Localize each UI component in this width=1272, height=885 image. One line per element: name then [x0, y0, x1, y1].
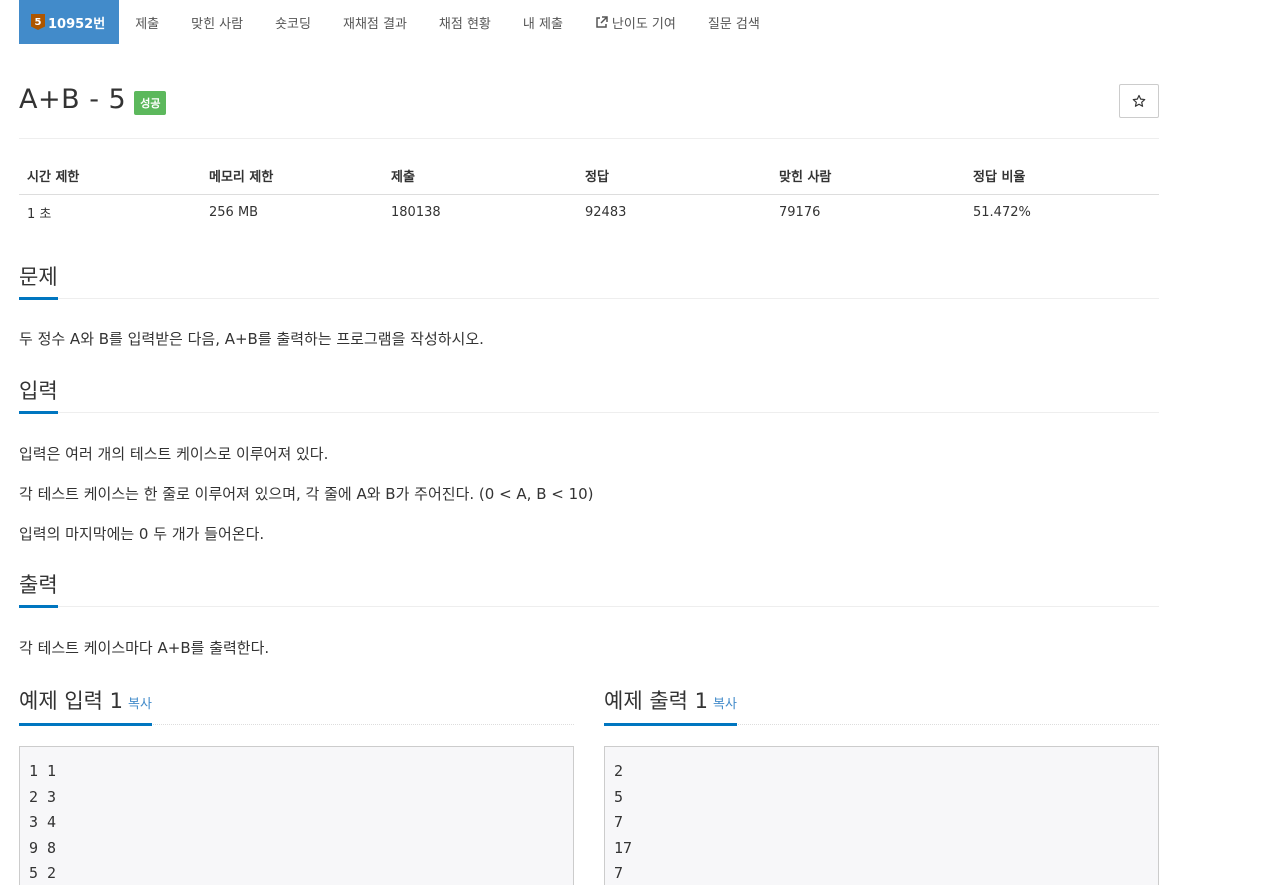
header-accepted: 정답 [577, 158, 771, 195]
header-submissions: 제출 [383, 158, 577, 195]
value-memory-limit: 256 MB [209, 204, 259, 220]
tab-submit[interactable]: 제출 [119, 0, 175, 44]
page-title: A+B - 5 [19, 84, 127, 115]
sample-input-line: 1 1 [29, 762, 57, 780]
sample-input-heading: 예제 입력 1 복사 [19, 685, 152, 726]
external-link-icon [596, 16, 608, 28]
problem-heading: 문제 [19, 261, 58, 300]
info-value-row: 1 초 256 MB 180138 92483 79176 51.472% [19, 194, 1159, 230]
tab-problem-number-label: 10952번 [48, 16, 106, 32]
tab-question-search[interactable]: 질문 검색 [692, 0, 776, 44]
problem-section-header: 문제 [19, 261, 1159, 300]
tab-problem-number[interactable]: 5 10952번 [19, 0, 120, 44]
sample-input-title: 예제 입력 1 [19, 689, 123, 713]
sample-output-line: 7 [614, 813, 624, 831]
problem-info-table: 시간 제한 메모리 제한 제출 정답 맞힌 사람 정답 비율 1 초 256 M… [19, 158, 1159, 230]
sample-output-line: 2 [614, 762, 624, 780]
header-accept-ratio: 정답 비율 [965, 158, 1159, 195]
sample-input-box[interactable]: 1 1 2 3 3 4 9 8 5 2 [19, 746, 574, 885]
tab-difficulty-contribution[interactable]: 난이도 기여 [579, 0, 692, 44]
value-submissions: 180138 [391, 204, 441, 220]
sample-output-title: 예제 출력 1 [604, 689, 708, 713]
tab-difficulty-contribution-label: 난이도 기여 [611, 16, 676, 32]
title-divider [19, 138, 1159, 139]
problem-description: 두 정수 A와 B를 입력받은 다음, A+B를 출력하는 프로그램을 작성하시… [19, 330, 484, 348]
sample-input-line: 5 2 [29, 864, 57, 882]
tab-my-submissions[interactable]: 내 제출 [507, 0, 579, 44]
section-divider [19, 298, 1159, 299]
section-divider [19, 412, 1159, 413]
value-solved-users: 79176 [779, 204, 821, 220]
input-section-header: 입력 [19, 375, 1159, 414]
sample-input-line: 9 8 [29, 838, 57, 857]
tab-rejudge-results[interactable]: 재채점 결과 [327, 0, 423, 44]
input-description-line: 입력의 마지막에는 0 두 개가 들어온다. [19, 525, 265, 543]
output-description: 각 테스트 케이스마다 A+B를 출력한다. [19, 639, 270, 657]
star-outline-icon [1132, 94, 1146, 107]
sample-input-line: 3 4 [29, 813, 57, 831]
copy-input-link[interactable]: 복사 [128, 697, 152, 712]
copy-output-link[interactable]: 복사 [713, 697, 737, 712]
header-memory-limit: 메모리 제한 [201, 158, 383, 195]
sample-output-heading: 예제 출력 1 복사 [604, 685, 737, 726]
info-header-row: 시간 제한 메모리 제한 제출 정답 맞힌 사람 정답 비율 [19, 158, 1159, 195]
input-description-line: 각 테스트 케이스는 한 줄로 이루어져 있으며, 각 줄에 A와 B가 주어진… [19, 485, 594, 503]
sample-output-line: 17 [614, 838, 633, 857]
value-time-limit: 1 초 [27, 206, 52, 222]
input-heading: 입력 [19, 375, 58, 414]
sample-output-line: 7 [614, 864, 624, 882]
output-section-header: 출력 [19, 569, 1159, 608]
header-time-limit: 시간 제한 [19, 158, 201, 195]
sample-input-header: 예제 입력 1 복사 [19, 685, 574, 726]
status-badge: 성공 [134, 90, 167, 115]
sample-output-header: 예제 출력 1 복사 [604, 685, 1159, 726]
section-divider [19, 606, 1159, 607]
input-description-line: 입력은 여러 개의 테스트 케이스로 이루어져 있다. [19, 445, 329, 463]
problem-title-row: A+B - 5 성공 [19, 84, 167, 115]
tier-badge-icon: 5 [31, 14, 45, 30]
sample-output-box[interactable]: 2 5 7 17 7 [604, 746, 1159, 885]
value-accepted: 92483 [585, 204, 627, 220]
sample-input-line: 2 3 [29, 787, 57, 806]
problem-menu-tabs: 5 10952번 제출 맞힌 사람 숏코딩 재채점 결과 채점 현황 내 제출 … [19, 0, 776, 44]
tab-short-coding[interactable]: 숏코딩 [259, 0, 327, 44]
tab-judge-status[interactable]: 채점 현황 [423, 0, 507, 44]
favorite-button[interactable] [1119, 84, 1159, 118]
output-heading: 출력 [19, 569, 58, 608]
value-accept-ratio: 51.472% [973, 204, 1031, 220]
header-solved-users: 맞힌 사람 [771, 158, 965, 195]
tab-solved-users[interactable]: 맞힌 사람 [175, 0, 259, 44]
sample-output-line: 5 [614, 787, 624, 806]
